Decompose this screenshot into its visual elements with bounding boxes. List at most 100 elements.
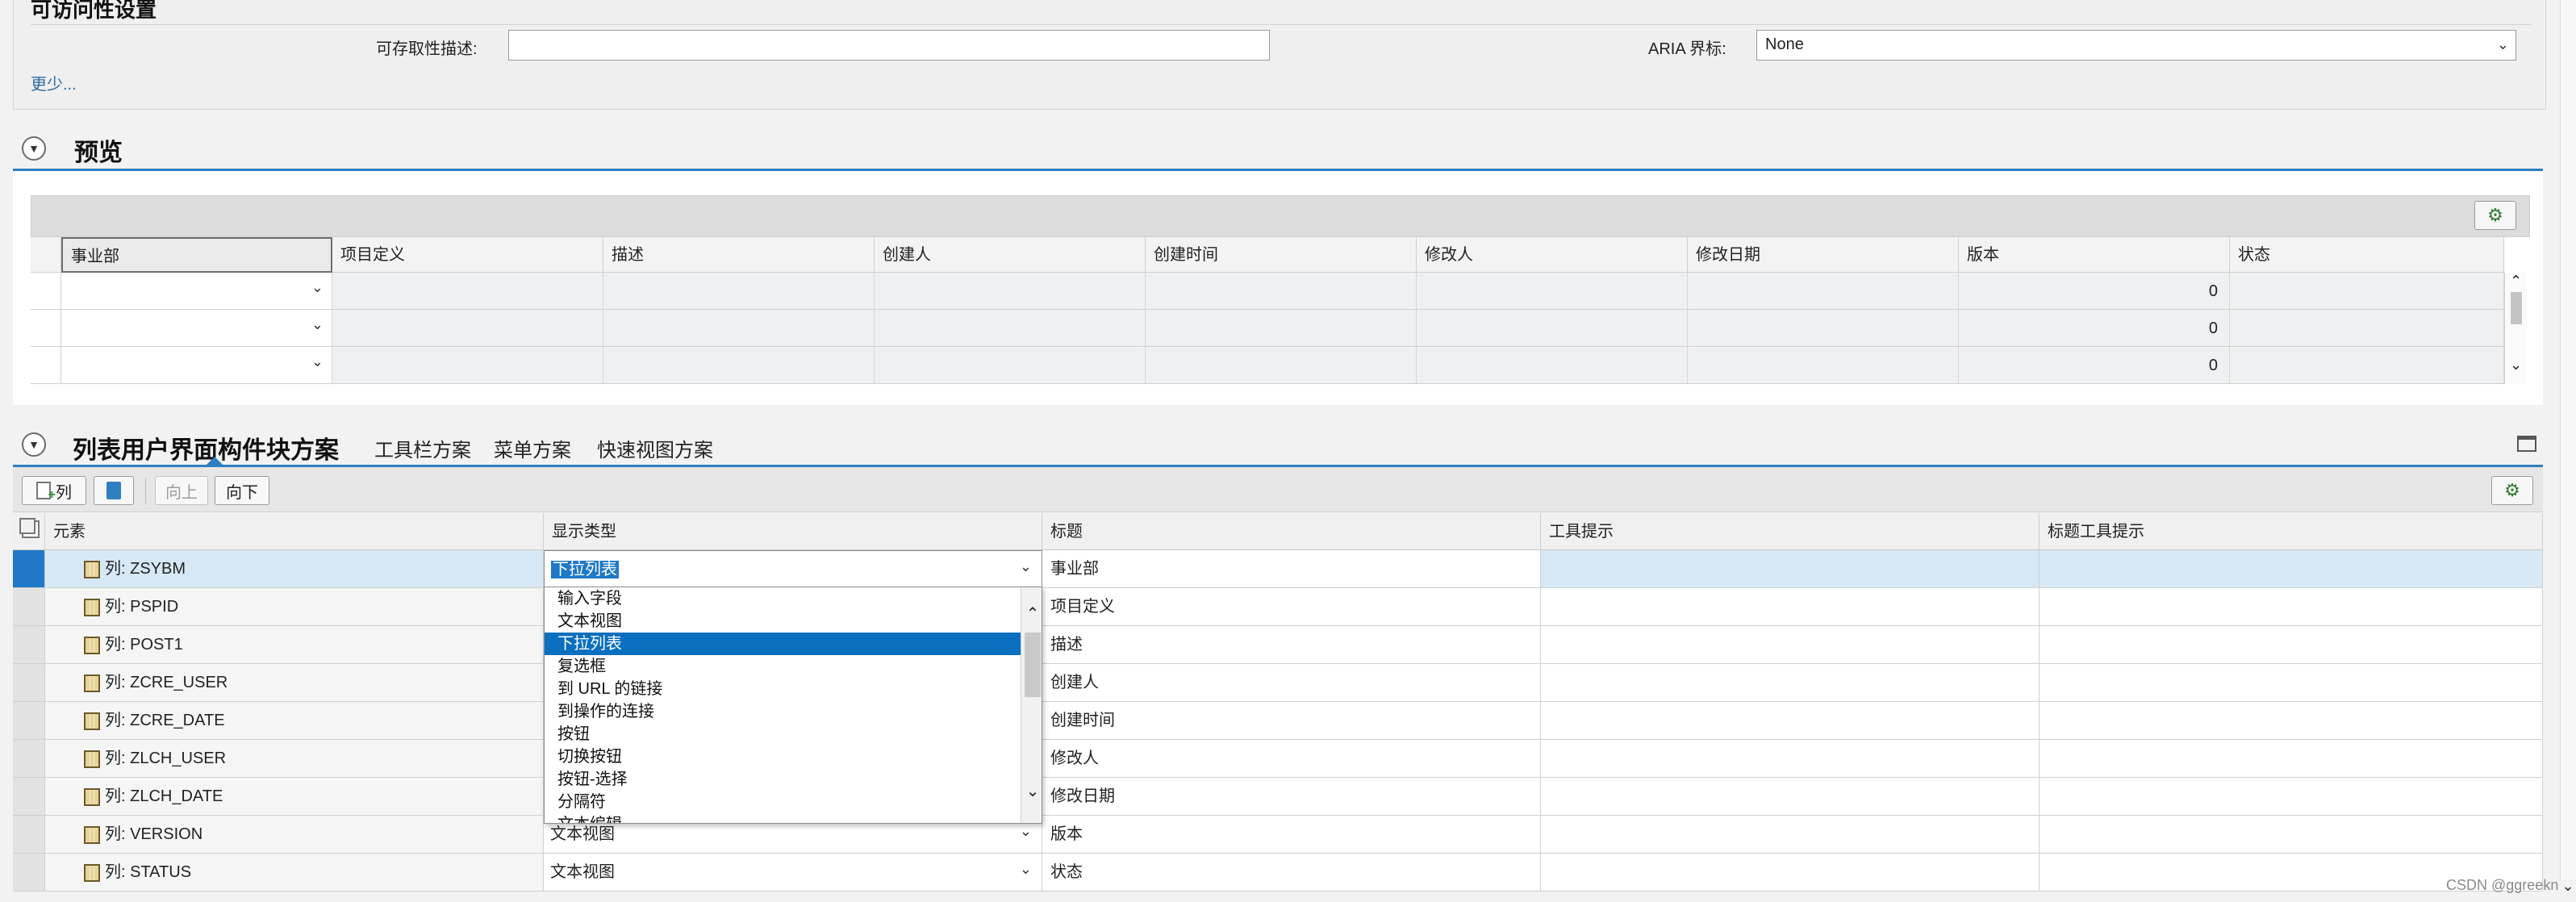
dropdown-option[interactable]: 分隔符	[545, 791, 1021, 813]
scheme-element-cell[interactable]: 列: ZSYBM	[45, 550, 544, 588]
expand-window-icon[interactable]	[2517, 436, 2536, 452]
preview-division-select[interactable]: ⌄	[61, 347, 332, 384]
dropdown-option[interactable]: 到操作的连接	[545, 700, 1021, 723]
scheme-column-header[interactable]: 元素	[45, 513, 544, 550]
scheme-tooltip-cell[interactable]	[1541, 626, 2040, 664]
scheme-element-cell[interactable]: 列: STATUS	[45, 854, 544, 892]
scheme-tooltip-cell[interactable]	[1541, 702, 2040, 740]
dropdown-scrollbar[interactable]: ⌃ ⌄	[1021, 587, 1042, 823]
select-all-cell[interactable]	[13, 513, 45, 550]
scheme-element-cell[interactable]: 列: POST1	[45, 626, 544, 664]
preview-column-header[interactable]: 事业部	[61, 237, 332, 273]
dropdown-option[interactable]: 按钮-选择	[545, 768, 1021, 791]
scheme-column-header[interactable]: 显示类型	[544, 513, 1042, 550]
dropdown-option[interactable]: 输入字段	[545, 587, 1021, 610]
scroll-down-icon[interactable]: ⌄	[2505, 357, 2527, 373]
display-type-dropdown-list[interactable]: 输入字段 文本视图 下拉列表 复选框到 URL 的链接 到操作的连接 按钮 切换按钮 按钮-选…	[544, 587, 1042, 824]
preview-column-header[interactable]: 修改日期	[1688, 237, 1959, 273]
window-scrollbar[interactable]	[2560, 0, 2576, 879]
scheme-column-header[interactable]: 标题	[1042, 513, 1541, 550]
dropdown-option[interactable]: 文本编辑	[545, 813, 1021, 823]
preview-column-header[interactable]: 描述	[603, 237, 875, 273]
preview-column-header[interactable]: 创建时间	[1146, 237, 1417, 273]
scheme-row-selector[interactable]	[13, 588, 45, 626]
dropdown-option[interactable]: 文本视图	[545, 610, 1021, 633]
tab-toolbar-scheme[interactable]: 工具栏方案	[374, 434, 471, 462]
scheme-title-cell[interactable]: 创建时间	[1042, 702, 1541, 740]
scheme-title-cell[interactable]: 修改日期	[1042, 778, 1541, 816]
window-scroll-down-icon[interactable]: ⌄	[2560, 878, 2576, 895]
scheme-element-cell[interactable]: 列: ZLCH_DATE	[45, 778, 544, 816]
move-down-button[interactable]: 向下	[215, 476, 269, 505]
scheme-row-selector[interactable]	[13, 702, 45, 740]
scheme-row-selector[interactable]	[13, 778, 45, 816]
scheme-tooltip-cell[interactable]	[1541, 740, 2040, 778]
scheme-element-cell[interactable]: 列: VERSION	[45, 816, 544, 854]
preview-scroll-thumb[interactable]	[2510, 292, 2522, 324]
display-type-select[interactable]: 文本视图 ⌄	[544, 854, 1042, 892]
scheme-title-cell[interactable]: 描述	[1042, 626, 1541, 664]
scheme-row-selector[interactable]	[13, 854, 45, 892]
aria-landmark-select[interactable]: None ⌄	[1756, 30, 2516, 61]
preview-personalize-button[interactable]: ⚙	[2474, 201, 2516, 230]
tab-quickview-scheme[interactable]: 快速视图方案	[597, 434, 713, 462]
dropdown-option[interactable]: 按钮	[545, 723, 1021, 745]
preview-scrollbar[interactable]: ⌃ ⌄	[2504, 273, 2527, 384]
display-type-select[interactable]: 下拉列表 ⌄	[544, 550, 1042, 588]
preview-column-header[interactable]: 状态	[2230, 237, 2504, 273]
scheme-title-tooltip-cell[interactable]	[2040, 626, 2543, 664]
scheme-tooltip-cell[interactable]	[1541, 588, 2040, 626]
dropdown-scroll-thumb[interactable]	[1025, 633, 1041, 697]
dropdown-option[interactable]: 下拉列表	[545, 633, 1021, 655]
scheme-title-tooltip-cell[interactable]	[2040, 550, 2543, 588]
preview-division-select[interactable]: ⌄	[61, 273, 332, 310]
scheme-title-tooltip-cell[interactable]	[2040, 702, 2543, 740]
scheme-tooltip-cell[interactable]	[1541, 550, 2040, 588]
scroll-down-icon[interactable]: ⌄	[1021, 781, 1042, 801]
dropdown-option[interactable]: 复选框	[545, 655, 1021, 678]
accessibility-desc-input[interactable]	[508, 30, 1270, 61]
scheme-title-cell[interactable]: 项目定义	[1042, 588, 1541, 626]
preview-row-selector[interactable]	[31, 310, 61, 347]
scheme-title-cell[interactable]: 事业部	[1042, 550, 1541, 588]
scheme-row-selector[interactable]	[13, 816, 45, 854]
scheme-title-cell[interactable]: 版本	[1042, 816, 1541, 854]
scheme-element-cell[interactable]: 列: ZCRE_DATE	[45, 702, 544, 740]
dropdown-option[interactable]: 切换按钮	[545, 745, 1021, 768]
preview-division-select[interactable]: ⌄	[61, 310, 332, 347]
scheme-tooltip-cell[interactable]	[1541, 664, 2040, 702]
scheme-row-selector[interactable]	[13, 740, 45, 778]
scheme-tooltip-cell[interactable]	[1541, 854, 2040, 892]
scheme-tooltip-cell[interactable]	[1541, 816, 2040, 854]
scheme-row-selector[interactable]	[13, 664, 45, 702]
preview-column-header[interactable]: 修改人	[1417, 237, 1688, 273]
move-up-button[interactable]: 向上	[155, 476, 208, 505]
scheme-collapse-toggle[interactable]: ▼	[22, 432, 46, 457]
scheme-element-cell[interactable]: 列: ZCRE_USER	[45, 664, 544, 702]
scheme-column-header[interactable]: 标题工具提示	[2040, 513, 2543, 550]
scheme-title-cell[interactable]: 修改人	[1042, 740, 1541, 778]
scheme-personalize-button[interactable]: ⚙	[2491, 476, 2533, 505]
scheme-tooltip-cell[interactable]	[1541, 778, 2040, 816]
scroll-up-icon[interactable]: ⌃	[2505, 273, 2527, 289]
scheme-column-header[interactable]: 工具提示	[1541, 513, 2040, 550]
preview-column-header[interactable]: 版本	[1959, 237, 2230, 273]
scheme-title-tooltip-cell[interactable]	[2040, 740, 2543, 778]
scheme-title-tooltip-cell[interactable]	[2040, 588, 2543, 626]
preview-column-header[interactable]: 项目定义	[332, 237, 603, 273]
add-column-button[interactable]: + 列	[22, 476, 86, 505]
dropdown-option[interactable]: 到 URL 的链接	[545, 678, 1021, 700]
scheme-title-tooltip-cell[interactable]	[2040, 816, 2543, 854]
delete-button[interactable]	[94, 476, 134, 505]
scheme-title-cell[interactable]: 状态	[1042, 854, 1541, 892]
preview-column-header[interactable]: 创建人	[875, 237, 1146, 273]
scroll-up-icon[interactable]: ⌃	[1021, 603, 1042, 624]
scheme-title-tooltip-cell[interactable]	[2040, 778, 2543, 816]
preview-row-selector[interactable]	[31, 273, 61, 310]
scheme-title-tooltip-cell[interactable]	[2040, 664, 2543, 702]
preview-row-selector[interactable]	[31, 347, 61, 384]
scheme-row-selector[interactable]	[13, 626, 45, 664]
scheme-row-selector[interactable]	[13, 550, 45, 588]
scheme-element-cell[interactable]: 列: ZLCH_USER	[45, 740, 544, 778]
preview-collapse-toggle[interactable]: ▼	[22, 136, 46, 161]
